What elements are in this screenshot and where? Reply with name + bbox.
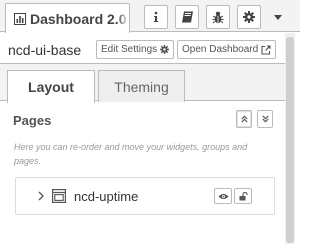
gear-icon xyxy=(160,45,170,54)
chevron-right-icon[interactable] xyxy=(38,191,44,201)
settings-button[interactable] xyxy=(237,5,261,29)
edit-settings-button[interactable]: Edit Settings xyxy=(96,40,175,59)
scrollbar-thumb[interactable] xyxy=(286,37,294,243)
book-icon xyxy=(181,11,193,23)
editor-tabs: Layout Theming xyxy=(0,63,285,103)
bar-chart-icon xyxy=(14,12,26,25)
external-link-icon xyxy=(261,45,271,55)
info-icon xyxy=(153,11,159,22)
pages-section-title: Pages xyxy=(13,113,52,128)
caret-down-icon xyxy=(274,14,282,20)
open-dashboard-label: Open Dashboard xyxy=(182,44,259,55)
unlock-icon xyxy=(239,191,248,200)
tab-theming[interactable]: Theming xyxy=(98,70,185,102)
pages-help-text: Here you can re-order and move your widg… xyxy=(14,142,248,166)
debug-button[interactable] xyxy=(206,5,230,29)
tab-label-fade xyxy=(117,4,129,33)
sidebar-menu-dropdown[interactable] xyxy=(263,5,293,29)
bug-icon xyxy=(212,11,224,23)
edit-settings-label: Edit Settings xyxy=(101,44,158,55)
sidebar-tab-dashboard[interactable]: Dashboard 2.0 xyxy=(5,3,130,33)
double-chevron-up-icon xyxy=(240,115,248,123)
list-item[interactable]: ncd-uptime xyxy=(15,177,275,215)
collapse-all-button[interactable] xyxy=(257,110,273,128)
sidebar-tab-label: Dashboard 2.0 xyxy=(30,10,127,27)
sidebar-tab-bar: Dashboard 2.0 xyxy=(0,0,300,33)
open-dashboard-button[interactable]: Open Dashboard xyxy=(177,40,277,59)
eye-icon xyxy=(218,193,228,199)
toggle-visibility-button[interactable] xyxy=(214,188,232,204)
page-item-label: ncd-uptime xyxy=(74,189,139,204)
toggle-lock-button[interactable] xyxy=(234,188,252,204)
page-icon xyxy=(52,189,66,203)
sidebar-scrollbar[interactable] xyxy=(285,33,295,244)
expand-all-button[interactable] xyxy=(236,110,252,128)
gear-icon xyxy=(243,11,255,23)
double-chevron-down-icon xyxy=(261,115,269,123)
info-button[interactable] xyxy=(144,5,168,29)
tab-layout[interactable]: Layout xyxy=(7,70,95,103)
site-name: ncd-ui-base xyxy=(8,42,82,58)
help-book-button[interactable] xyxy=(175,5,199,29)
